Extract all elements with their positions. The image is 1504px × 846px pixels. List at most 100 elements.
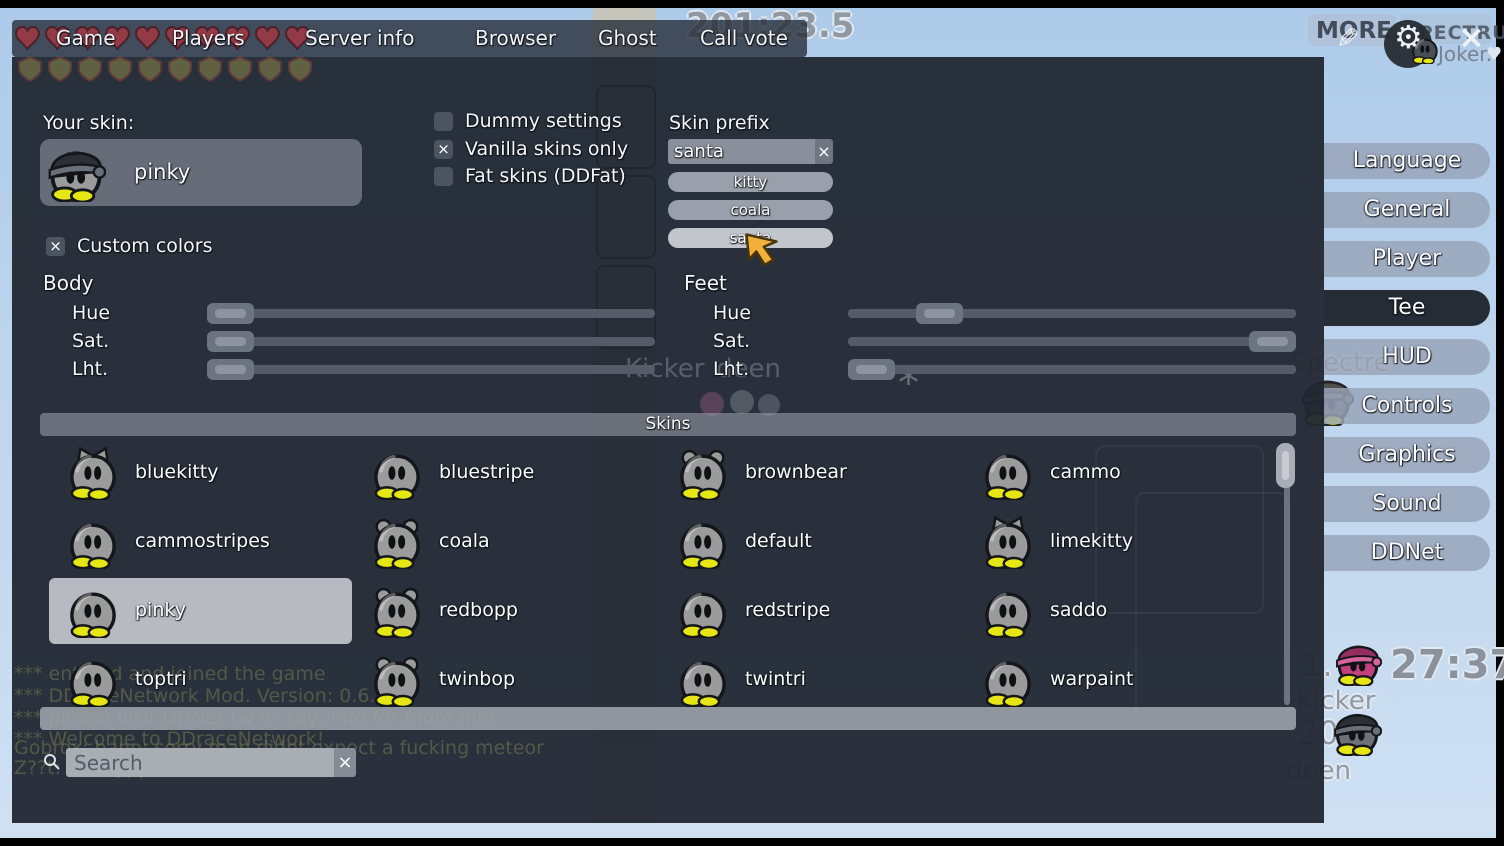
- skin-item-twinbop[interactable]: twinbop: [353, 647, 656, 713]
- checkbox-label-vanilla-skins-only: Vanilla skins only: [465, 138, 628, 160]
- editor-pencil-icon[interactable]: ✎: [1336, 22, 1359, 55]
- skin-name-label: saddo: [1050, 599, 1107, 621]
- search-input[interactable]: Search: [66, 748, 334, 777]
- skin-item-redbopp[interactable]: redbopp: [353, 578, 656, 644]
- skin-item-bluekitty[interactable]: bluekitty: [49, 440, 352, 506]
- skin-tee-avatar: [981, 653, 1035, 711]
- quit-close-icon[interactable]: ×: [1458, 18, 1485, 56]
- skin-name-label: bluestripe: [439, 461, 534, 483]
- game-screen: 201:23.5 MORE SPECTRUM Joker. ♥ Spectre …: [0, 0, 1504, 846]
- skin-name-label: cammostripes: [135, 530, 270, 552]
- skins-header-bar: Skins: [40, 413, 1296, 436]
- skin-item-redstripe[interactable]: redstripe: [659, 578, 962, 644]
- skin-tee-avatar: [66, 515, 120, 573]
- slider-label-body-sat: Sat.: [72, 330, 109, 352]
- skin-tee-avatar: [676, 653, 730, 711]
- skins-horizontal-scrollbar[interactable]: [40, 707, 1296, 730]
- clear-x-icon: ×: [337, 752, 352, 773]
- skin-name-label: bluekitty: [135, 461, 219, 483]
- skin-prefix-value: santa: [674, 141, 724, 162]
- search-icon: [42, 752, 62, 776]
- skin-tee-avatar: [676, 515, 730, 573]
- checkbox-label-custom-colors: Custom colors: [77, 235, 213, 257]
- skin-tee-avatar: [66, 446, 120, 504]
- slider-track-body-lht[interactable]: [207, 365, 655, 374]
- skin-name-label: redbopp: [439, 599, 518, 621]
- slider-label-body-hue: Hue: [72, 302, 110, 324]
- checkbox-dummy-settings[interactable]: [434, 112, 453, 131]
- skin-tee-avatar: [370, 653, 424, 711]
- skin-name-label: cammo: [1050, 461, 1121, 483]
- skin-prefix-label: Skin prefix: [669, 112, 770, 134]
- skin-prefix-input[interactable]: santa: [668, 139, 815, 164]
- slider-label-feet-hue: Hue: [713, 302, 751, 324]
- skin-name-label: redstripe: [745, 599, 830, 621]
- skin-item-toptri[interactable]: toptri: [49, 647, 352, 713]
- skin-name-label: brownbear: [745, 461, 847, 483]
- skin-tee-avatar: [66, 653, 120, 711]
- skin-preview-tee: [46, 142, 106, 206]
- skin-tee-avatar: [370, 515, 424, 573]
- color-group-label-body: Body: [43, 271, 94, 295]
- skin-item-default[interactable]: default: [659, 509, 962, 575]
- color-group-label-feet: Feet: [684, 271, 727, 295]
- skin-name-label: warpaint: [1050, 668, 1133, 690]
- slider-handle-body-sat[interactable]: [207, 331, 254, 352]
- mouse-cursor: [744, 230, 782, 274]
- skin-name-label: toptri: [135, 668, 187, 690]
- skin-item-limekitty[interactable]: limekitty: [964, 509, 1267, 575]
- current-skin-name: pinky: [134, 160, 190, 184]
- skin-tee-avatar: [676, 584, 730, 642]
- skin-tee-avatar: [981, 584, 1035, 642]
- skins-header-label: Skins: [646, 414, 691, 434]
- skin-prefix-clear-button[interactable]: ×: [815, 139, 833, 164]
- slider-handle-feet-hue[interactable]: [916, 303, 963, 324]
- checkbox-label-fat-skins-ddfat: Fat skins (DDFat): [465, 165, 626, 187]
- skin-tee-avatar: [981, 515, 1035, 573]
- skin-name-label: default: [745, 530, 812, 552]
- skin-item-twintri[interactable]: twintri: [659, 647, 962, 713]
- skin-item-cammo[interactable]: cammo: [964, 440, 1267, 506]
- skin-name-label: coala: [439, 530, 490, 552]
- slider-handle-body-lht[interactable]: [207, 359, 254, 380]
- checkbox-label-dummy-settings: Dummy settings: [465, 110, 622, 132]
- settings-gear-icon[interactable]: ⚙: [1394, 18, 1423, 56]
- checkbox-vanilla-skins-only[interactable]: ×: [434, 140, 453, 159]
- slider-handle-body-hue[interactable]: [207, 303, 254, 324]
- skin-item-pinky[interactable]: pinky: [49, 578, 352, 644]
- slider-track-feet-lht[interactable]: [848, 365, 1296, 374]
- checkbox-custom-colors[interactable]: ×: [46, 237, 65, 256]
- slider-handle-feet-sat[interactable]: [1249, 331, 1296, 352]
- skin-tee-avatar: [676, 446, 730, 504]
- checkbox-fat-skins-ddfat[interactable]: [434, 167, 453, 186]
- slider-track-body-hue[interactable]: [207, 309, 655, 318]
- slider-track-feet-sat[interactable]: [848, 337, 1296, 346]
- skin-item-bluestripe[interactable]: bluestripe: [353, 440, 656, 506]
- slider-label-feet-sat: Sat.: [713, 330, 750, 352]
- your-skin-label: Your skin:: [43, 112, 134, 134]
- skin-name-label: twintri: [745, 668, 806, 690]
- skin-tee-avatar: [370, 446, 424, 504]
- slider-label-body-lht: Lht.: [72, 358, 108, 380]
- search-clear-button[interactable]: ×: [334, 748, 356, 777]
- skin-prefix-preset-kitty[interactable]: kitty: [668, 172, 833, 192]
- clear-x-icon: ×: [817, 142, 830, 161]
- skin-tee-avatar: [370, 584, 424, 642]
- skin-item-brownbear[interactable]: brownbear: [659, 440, 962, 506]
- skin-name-label: pinky: [135, 599, 186, 621]
- slider-handle-feet-lht[interactable]: [848, 359, 895, 380]
- skins-vertical-scrollbar-handle[interactable]: [1276, 443, 1295, 488]
- skin-prefix-preset-coala[interactable]: coala: [668, 200, 833, 220]
- search-placeholder: Search: [74, 751, 143, 775]
- skin-item-cammostripes[interactable]: cammostripes: [49, 509, 352, 575]
- skin-tee-avatar: [981, 446, 1035, 504]
- slider-track-body-sat[interactable]: [207, 337, 655, 346]
- skin-item-saddo[interactable]: saddo: [964, 578, 1267, 644]
- skin-item-warpaint[interactable]: warpaint: [964, 647, 1267, 713]
- skin-name-label: twinbop: [439, 668, 515, 690]
- skin-item-coala[interactable]: coala: [353, 509, 656, 575]
- tee-settings-content: Your skin: pinky Dummy settings × Vanilla …: [0, 0, 1504, 846]
- skin-name-label: limekitty: [1050, 530, 1133, 552]
- slider-label-feet-lht: Lht.: [713, 358, 749, 380]
- skin-tee-avatar: [66, 584, 120, 642]
